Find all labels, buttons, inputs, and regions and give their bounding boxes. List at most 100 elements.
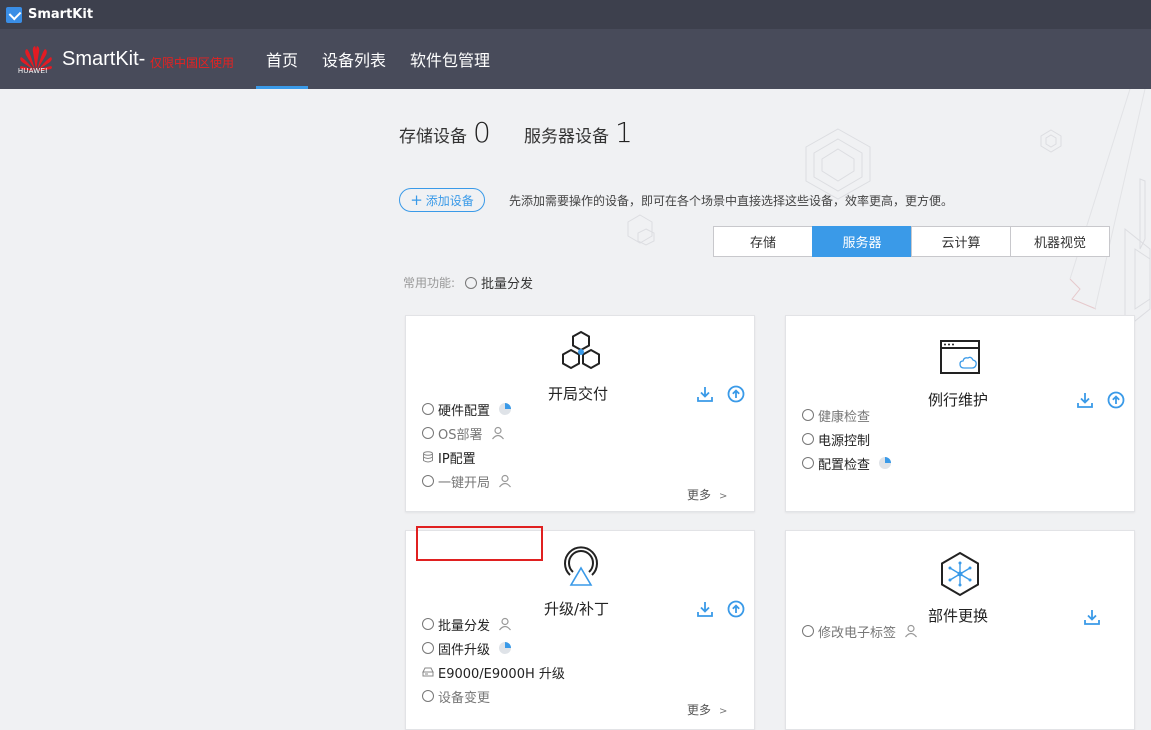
window-titlebar: SmartKit [0,0,1151,29]
more-label: 更多 [687,703,712,717]
nav-device-list[interactable]: 设备列表 [312,29,396,89]
more-link[interactable]: 更多 > [687,701,727,718]
list-item-batch-distribute[interactable]: 批量分发 [422,612,565,636]
card-actions [683,600,745,618]
upload-icon[interactable] [1107,391,1125,409]
download-icon[interactable] [1083,608,1101,626]
list-item-power-control[interactable]: 电源控制 [802,427,892,451]
radio-icon [802,457,814,469]
home-page: 存储设备 0 服务器设备 1 + 添加设备 先添加需要操作的设备，即可在各个场景… [0,89,1151,730]
list-item-config-check[interactable]: 配置检查 [802,451,892,475]
upload-icon[interactable] [727,385,745,403]
download-icon[interactable] [696,385,714,403]
item-label: E9000/E9000H 升级 [438,666,565,682]
database-icon [423,451,433,463]
card-actions [1070,608,1101,626]
chevron-right-icon: > [719,491,728,502]
smartkit-app-icon [6,6,22,23]
add-device-button[interactable]: + 添加设备 [399,188,485,212]
radio-icon [422,618,434,630]
chevron-right-icon: > [719,706,728,717]
item-label: 设备变更 [438,690,491,706]
list-item-hardware-config[interactable]: 硬件配置 [422,397,512,421]
more-link[interactable]: 更多 > [687,486,727,503]
storage-device-count: 0 [473,116,491,149]
add-device-hint: 先添加需要操作的设备，即可在各个场景中直接选择这些设备，效率更高，更方便。 [509,194,954,208]
region-notice: 仅限中国区使用 [150,56,235,70]
common-functions: 常用功能: 批量分发 [403,273,533,292]
user-icon [499,617,511,631]
upgrade-icon [564,546,598,586]
list-item-health-check[interactable]: 健康检查 [802,403,892,427]
common-function-batch-distribute[interactable]: 批量分发 [481,273,533,292]
main-nav: 首页 设备列表 软件包管理 [256,29,500,89]
user-icon [905,624,917,638]
card-title: 部件更换 [928,607,989,625]
list-item-os-deploy[interactable]: OS部署 [422,421,512,445]
storage-device-label: 存储设备 [399,127,467,147]
tab-server[interactable]: 服务器 [812,226,912,257]
radio-icon [422,475,434,487]
download-icon[interactable] [696,600,714,618]
card-actions [1063,391,1125,409]
nav-home[interactable]: 首页 [256,29,309,89]
radio-icon [422,403,434,415]
component-hexagon-icon [941,551,979,597]
item-label: 批量分发 [438,618,491,634]
pie-chart-icon [499,403,512,415]
tab-storage[interactable]: 存储 [713,226,813,257]
radio-icon[interactable] [465,276,478,289]
list-item-e9000-upgrade[interactable]: E9000/E9000H 升级 [422,660,565,684]
item-label: OS部署 [438,427,483,443]
card-item-list: 硬件配置 OS部署 IP配置 一键开局 [422,397,512,493]
browser-window-icon [940,340,980,374]
pie-chart-icon [499,642,512,654]
server-chassis-icon [422,667,434,677]
user-icon [499,474,511,488]
radio-icon [422,690,434,702]
item-label: 配置检查 [818,457,871,473]
radio-icon [802,409,814,421]
item-label: 健康检查 [818,409,871,425]
radio-icon [802,625,814,637]
item-label: IP配置 [438,451,476,467]
list-item-modify-elabel[interactable]: 修改电子标签 [802,619,918,643]
hexagon-cluster-icon [562,330,600,370]
upload-icon[interactable] [727,600,745,618]
card-part-replacement: 部件更换 修改电子标签 [785,530,1135,730]
download-icon[interactable] [1076,391,1094,409]
list-item-device-change[interactable]: 设备变更 [422,684,565,708]
huawei-logo-text: HUAWEI [18,68,48,75]
card-actions [683,385,745,403]
list-item-ip-config[interactable]: IP配置 [422,445,512,469]
list-item-firmware-upgrade[interactable]: 固件升级 [422,636,565,660]
common-functions-label: 常用功能: [403,276,456,290]
item-label: 修改电子标签 [818,625,897,641]
storage-device-stat[interactable]: 存储设备 0 [399,116,491,149]
card-title: 开局交付 [548,385,609,403]
server-device-stat[interactable]: 服务器设备 1 [524,116,633,149]
radio-icon [422,642,434,654]
brand-name: SmartKit- [62,48,146,70]
more-label: 更多 [687,488,712,502]
tab-cloud-computing[interactable]: 云计算 [911,226,1011,257]
tab-machine-vision[interactable]: 机器视觉 [1010,226,1110,257]
highlight-box [416,526,543,561]
item-label: 硬件配置 [438,403,491,419]
card-item-list: 批量分发 固件升级 E9000/E9000H 升级 设备变更 [422,612,565,708]
add-device-label: 添加设备 [425,193,474,208]
server-device-label: 服务器设备 [524,127,609,147]
plus-icon: + [410,190,423,209]
card-item-list: 健康检查 电源控制 配置检查 [802,403,892,475]
user-icon [491,426,504,440]
item-label: 固件升级 [438,642,491,658]
pie-chart-icon [879,457,892,469]
list-item-one-click-deploy[interactable]: 一键开局 [422,469,512,493]
item-label: 一键开局 [438,475,491,491]
app-header: HUAWEI SmartKit- 仅限中国区使用 首页 设备列表 软件包管理 [0,29,1151,89]
nav-package-management[interactable]: 软件包管理 [400,29,500,89]
radio-icon [802,433,814,445]
category-tabs: 存储 服务器 云计算 机器视觉 [713,226,1110,257]
card-title: 例行维护 [928,391,989,409]
card-item-list: 修改电子标签 [802,619,918,643]
